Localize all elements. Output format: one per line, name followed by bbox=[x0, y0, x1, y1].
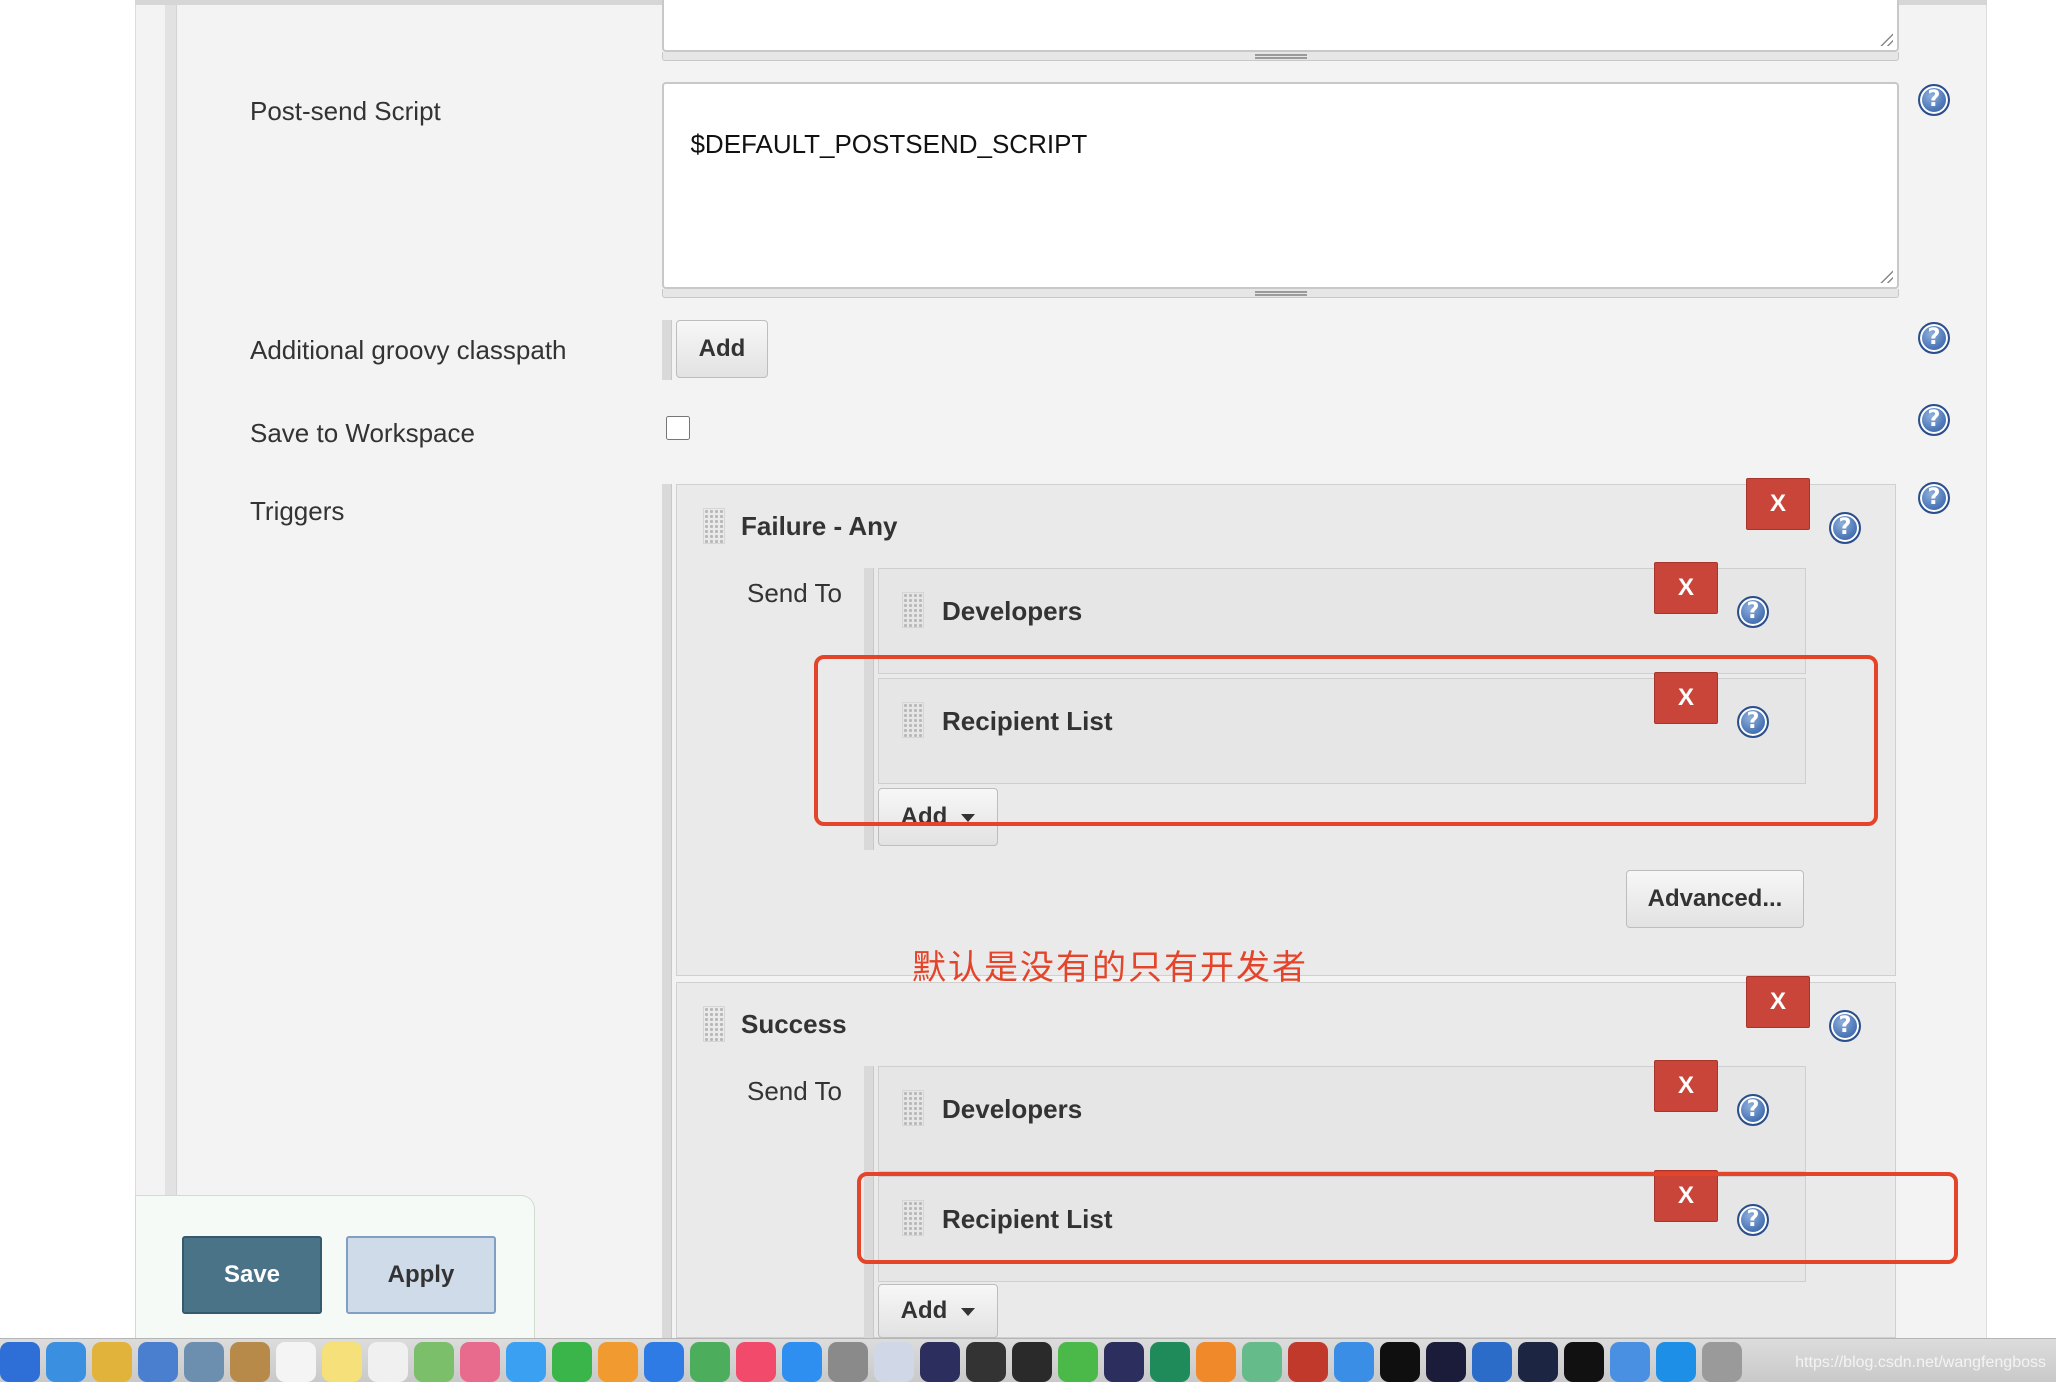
calendar-icon[interactable] bbox=[276, 1342, 316, 1382]
terminal-monitor-icon[interactable] bbox=[1012, 1342, 1052, 1382]
apply-button[interactable]: Apply bbox=[346, 1236, 496, 1314]
triggers-section-bar bbox=[662, 484, 672, 1338]
finder-icon[interactable] bbox=[0, 1342, 40, 1382]
send-to-label: Send To bbox=[747, 1076, 842, 1106]
recipient-title: Developers bbox=[942, 596, 1083, 626]
numbers-icon[interactable] bbox=[690, 1342, 730, 1382]
groovy-classpath-label: Additional groovy classpath bbox=[250, 335, 567, 365]
help-icon[interactable]: ? bbox=[1918, 322, 1950, 354]
help-icon[interactable]: ? bbox=[1737, 596, 1769, 628]
previous-script-splitter[interactable] bbox=[662, 52, 1899, 61]
post-send-script-textarea[interactable]: $DEFAULT_POSTSEND_SCRIPT bbox=[662, 82, 1899, 289]
eclipse-alt-icon[interactable] bbox=[1104, 1342, 1144, 1382]
terminal-dark-icon[interactable] bbox=[1564, 1342, 1604, 1382]
facetime-icon[interactable] bbox=[552, 1342, 592, 1382]
keynote-icon[interactable] bbox=[644, 1342, 684, 1382]
help-icon[interactable]: ? bbox=[1829, 1010, 1861, 1042]
remove-trigger-button[interactable]: X bbox=[1746, 478, 1810, 530]
qq-icon[interactable] bbox=[966, 1342, 1006, 1382]
xcode-icon[interactable] bbox=[1334, 1342, 1374, 1382]
intellij-icon[interactable] bbox=[1426, 1342, 1466, 1382]
help-icon[interactable]: ? bbox=[1737, 1094, 1769, 1126]
send-to-label: Send To bbox=[747, 578, 842, 608]
save-to-workspace-label: Save to Workspace bbox=[250, 418, 475, 448]
drag-handle-icon[interactable] bbox=[703, 508, 725, 544]
save-to-workspace-checkbox[interactable] bbox=[666, 416, 690, 440]
add-recipient-label: Add bbox=[900, 1297, 948, 1324]
safari-icon[interactable] bbox=[46, 1342, 86, 1382]
cloud-icon[interactable] bbox=[1518, 1342, 1558, 1382]
previous-script-textarea[interactable] bbox=[662, 0, 1899, 52]
system-preferences-icon[interactable] bbox=[828, 1342, 868, 1382]
app-store-icon[interactable] bbox=[782, 1342, 822, 1382]
trigger-title: Success bbox=[741, 1009, 847, 1039]
messages-icon[interactable] bbox=[506, 1342, 546, 1382]
music-icon[interactable] bbox=[736, 1342, 776, 1382]
vscode-icon[interactable] bbox=[1472, 1342, 1512, 1382]
resize-handle-icon[interactable] bbox=[1879, 32, 1893, 46]
resize-handle-icon[interactable] bbox=[1879, 269, 1893, 283]
jboss-icon[interactable] bbox=[1702, 1342, 1742, 1382]
notes-icon[interactable] bbox=[322, 1342, 362, 1382]
help-icon[interactable]: ? bbox=[1918, 482, 1950, 514]
help-icon[interactable]: ? bbox=[1829, 512, 1861, 544]
mail-icon[interactable] bbox=[1610, 1342, 1650, 1382]
baidu-netdisk-icon[interactable] bbox=[138, 1342, 178, 1382]
maps-icon[interactable] bbox=[414, 1342, 454, 1382]
classpath-section-bar bbox=[662, 320, 672, 380]
reminders-icon[interactable] bbox=[368, 1342, 408, 1382]
pages-icon[interactable] bbox=[598, 1342, 638, 1382]
highlight-recipient-list-1 bbox=[814, 655, 1878, 826]
macos-dock bbox=[0, 1338, 2056, 1382]
atom-icon[interactable] bbox=[1242, 1342, 1282, 1382]
remove-recipient-button[interactable]: X bbox=[1654, 1060, 1718, 1112]
webstorm-icon[interactable] bbox=[1380, 1342, 1420, 1382]
post-send-script-value: $DEFAULT_POSTSEND_SCRIPT bbox=[690, 129, 1088, 159]
remove-trigger-button[interactable]: X bbox=[1746, 976, 1810, 1028]
panel-section-bar bbox=[165, 0, 177, 1338]
trigger-title: Failure - Any bbox=[741, 511, 898, 541]
drag-handle-icon[interactable] bbox=[902, 592, 924, 628]
notebook-icon[interactable] bbox=[230, 1342, 270, 1382]
wechat-icon[interactable] bbox=[1058, 1342, 1098, 1382]
triggers-label: Triggers bbox=[250, 496, 345, 526]
highlight-recipient-list-2 bbox=[857, 1172, 1958, 1264]
add-recipient-dropdown[interactable]: Add bbox=[878, 1284, 998, 1338]
save-button[interactable]: Save bbox=[182, 1236, 322, 1314]
help-icon[interactable]: ? bbox=[1918, 404, 1950, 436]
teamviewer-icon[interactable] bbox=[1656, 1342, 1696, 1382]
recipient-title: Developers bbox=[942, 1094, 1083, 1124]
drag-handle-icon[interactable] bbox=[703, 1006, 725, 1042]
add-classpath-button[interactable]: Add bbox=[676, 320, 768, 378]
photos-icon[interactable] bbox=[460, 1342, 500, 1382]
bluetooth-icon[interactable] bbox=[874, 1342, 914, 1382]
terminal-icon[interactable] bbox=[1150, 1342, 1190, 1382]
sublime-text-icon[interactable] bbox=[1196, 1342, 1236, 1382]
preview-icon[interactable] bbox=[184, 1342, 224, 1382]
advanced-button[interactable]: Advanced... bbox=[1626, 870, 1804, 928]
remove-recipient-button[interactable]: X bbox=[1654, 562, 1718, 614]
drag-handle-icon[interactable] bbox=[902, 1090, 924, 1126]
eclipse-icon[interactable] bbox=[920, 1342, 960, 1382]
chrome-icon[interactable] bbox=[92, 1342, 132, 1382]
post-send-script-splitter[interactable] bbox=[662, 289, 1899, 298]
post-send-script-label: Post-send Script bbox=[250, 96, 441, 126]
help-icon[interactable]: ? bbox=[1918, 84, 1950, 116]
chevron-down-icon bbox=[961, 1307, 976, 1316]
redis-icon[interactable] bbox=[1288, 1342, 1328, 1382]
watermark: https://blog.csdn.net/wangfengboss bbox=[1795, 1354, 2046, 1371]
